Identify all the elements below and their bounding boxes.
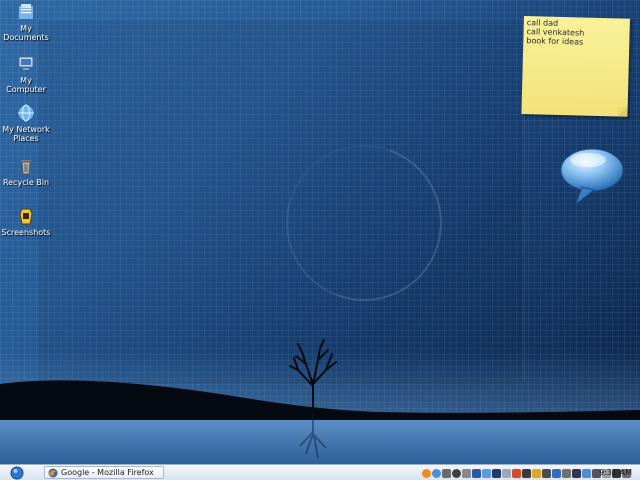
network-icon[interactable]: [442, 468, 451, 478]
desktop-icon-my-documents[interactable]: My Documents: [0, 2, 52, 42]
app-icon[interactable]: [532, 468, 541, 478]
app-icon[interactable]: [482, 468, 491, 478]
my-documents-icon: [19, 4, 33, 19]
firefox-icon: [48, 468, 58, 478]
app-icon[interactable]: [522, 468, 531, 478]
desktop[interactable]: My Documents My Computer My Network Plac…: [0, 0, 640, 464]
clock-icon[interactable]: [452, 468, 461, 478]
desktop-icon-label: My Computer: [6, 76, 46, 94]
start-orb-icon[interactable]: [10, 466, 24, 480]
sticky-note-corner: [617, 106, 628, 117]
app-icon[interactable]: [572, 468, 581, 478]
settings-icon[interactable]: [462, 468, 471, 478]
taskbar-window-title: Google - Mozilla Firefox: [61, 468, 154, 477]
app-icon[interactable]: [512, 468, 521, 478]
my-network-places-icon: [17, 104, 35, 122]
taskbar-window-button[interactable]: Google - Mozilla Firefox: [44, 466, 164, 479]
chat-icon[interactable]: [432, 468, 441, 478]
app-icon[interactable]: [542, 468, 551, 478]
monitor-icon[interactable]: [472, 468, 481, 478]
sticky-note-line: book for ideas: [526, 36, 584, 47]
taskbar-clock[interactable]: 9:31 AM: [599, 466, 632, 479]
app-icon[interactable]: [582, 468, 591, 478]
desktop-icon-my-computer[interactable]: My Computer: [0, 54, 52, 94]
recycle-bin-icon: [21, 160, 31, 175]
app-icon[interactable]: [562, 468, 571, 478]
wallpaper-tree-reflection: [299, 414, 327, 459]
desktop-icon-label: My Documents: [3, 24, 49, 42]
desktop-icon-label: My Network Places: [2, 125, 50, 143]
firefox-icon[interactable]: [422, 468, 431, 478]
wallpaper-glass-panel: [38, 20, 525, 383]
app-icon[interactable]: [502, 468, 511, 478]
taskbar: Google - Mozilla Firefox 9:31 AM: [0, 464, 640, 480]
desktop-icon-label: Screenshots: [1, 228, 51, 237]
desktop-icon-recycle-bin[interactable]: Recycle Bin: [0, 156, 52, 187]
wallpaper-tree: [289, 339, 337, 415]
desktop-icon-my-network-places[interactable]: My Network Places: [0, 103, 52, 143]
my-computer-icon: [18, 56, 34, 70]
desktop-icon-label: Recycle Bin: [2, 178, 50, 187]
screenshots-folder-icon: [19, 208, 33, 225]
speech-bubble-icon[interactable]: [558, 146, 626, 206]
sticky-note[interactable]: call dad call venkatesh book for ideas: [521, 16, 630, 117]
app-icon[interactable]: [552, 468, 561, 478]
desktop-icon-screenshots[interactable]: Screenshots: [0, 206, 52, 237]
app-icon[interactable]: [492, 468, 501, 478]
